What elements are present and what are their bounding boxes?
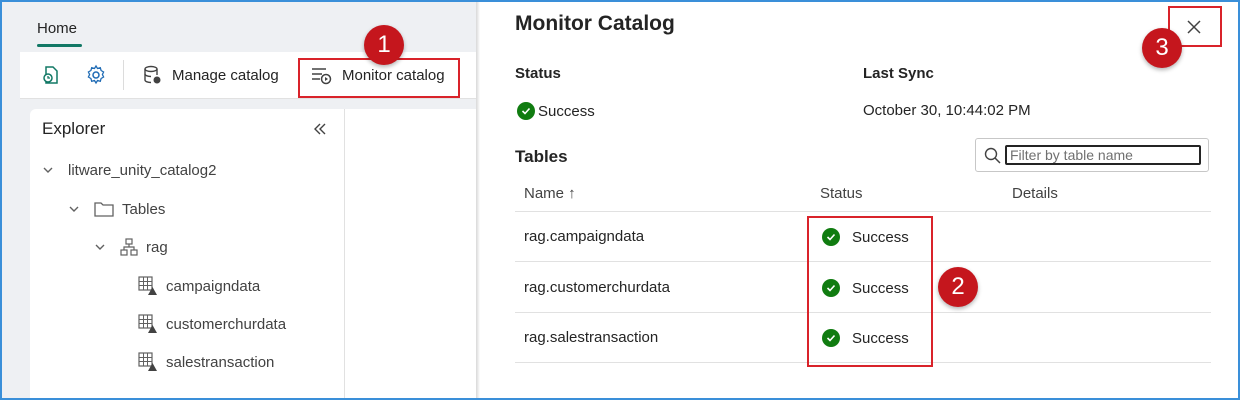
filter-input[interactable]: [1005, 145, 1201, 165]
tree-item-label: litware_unity_catalog2: [68, 161, 217, 179]
table-shortcut-icon: [138, 314, 158, 334]
table-filter: [975, 138, 1209, 172]
manage-catalog-label: Manage catalog: [172, 66, 279, 84]
folder-icon: [94, 201, 114, 217]
tree-item-table[interactable]: salestransaction: [138, 351, 274, 373]
schema-icon: [120, 238, 138, 256]
tree-item-label: Tables: [122, 200, 166, 218]
table-row-name[interactable]: rag.customerchurdata: [524, 279, 670, 296]
status-column-highlight: [807, 216, 933, 367]
status-label: Status: [515, 65, 561, 82]
callout-2: 2: [938, 267, 978, 307]
status-text: Success: [538, 102, 595, 120]
tree-item-label: salestransaction: [166, 353, 275, 371]
explorer-panel: Explorer litware_unity_catalog2 Tables r…: [30, 109, 344, 398]
header-divider: [515, 211, 1211, 212]
tree-item-label: customerchurdata: [166, 315, 287, 333]
callout-3: 3: [1142, 28, 1182, 68]
explorer-title: Explorer: [42, 119, 106, 138]
tree-item-schema[interactable]: rag: [94, 236, 168, 258]
workspace-pane: Home Manage catalog Monitor catalog 1 Ex…: [2, 2, 476, 398]
refresh-icon[interactable]: [40, 64, 62, 86]
search-icon: [984, 147, 1001, 169]
panel-title: Monitor Catalog: [515, 12, 675, 35]
chevron-down-icon[interactable]: [94, 241, 106, 253]
chevron-down-icon[interactable]: [42, 164, 54, 176]
last-sync-label: Last Sync: [863, 65, 934, 82]
table-row-name[interactable]: rag.campaigndata: [524, 228, 644, 245]
column-header-details[interactable]: Details: [1012, 185, 1058, 202]
chevron-down-icon[interactable]: [68, 203, 80, 215]
table-shortcut-icon: [138, 276, 158, 296]
tree-item-catalog[interactable]: litware_unity_catalog2: [42, 159, 216, 181]
gear-icon[interactable]: [85, 64, 107, 86]
table-shortcut-icon: [138, 352, 158, 372]
tree-item-label: rag: [146, 238, 168, 256]
tree-item-table[interactable]: customerchurdata: [138, 313, 286, 335]
tab-home-underline: [37, 44, 82, 47]
monitor-catalog-panel: Monitor Catalog 3 Status Success Last Sy…: [480, 2, 1238, 398]
last-sync-value: October 30, 10:44:02 PM: [863, 102, 1031, 119]
manage-catalog-button[interactable]: Manage catalog: [142, 60, 279, 90]
status-value: Success: [517, 102, 595, 120]
toolbar-separator: [123, 60, 124, 90]
column-header-status[interactable]: Status: [820, 185, 863, 202]
tree-item-table[interactable]: campaigndata: [138, 275, 260, 297]
check-circle-icon: [517, 102, 535, 120]
double-chevron-left-icon[interactable]: [312, 121, 328, 142]
tree-item-label: campaigndata: [166, 277, 261, 295]
tab-home[interactable]: Home: [37, 20, 77, 37]
screenshot-frame: Home Manage catalog Monitor catalog 1 Ex…: [0, 0, 1240, 400]
tree-item-tables[interactable]: Tables: [68, 198, 165, 220]
callout-1: 1: [364, 25, 404, 65]
tables-label: Tables: [515, 147, 568, 166]
database-icon: [144, 65, 161, 84]
table-row-name[interactable]: rag.salestransaction: [524, 329, 658, 346]
editor-area: [345, 109, 476, 398]
column-header-name[interactable]: Name ↑: [524, 185, 576, 202]
